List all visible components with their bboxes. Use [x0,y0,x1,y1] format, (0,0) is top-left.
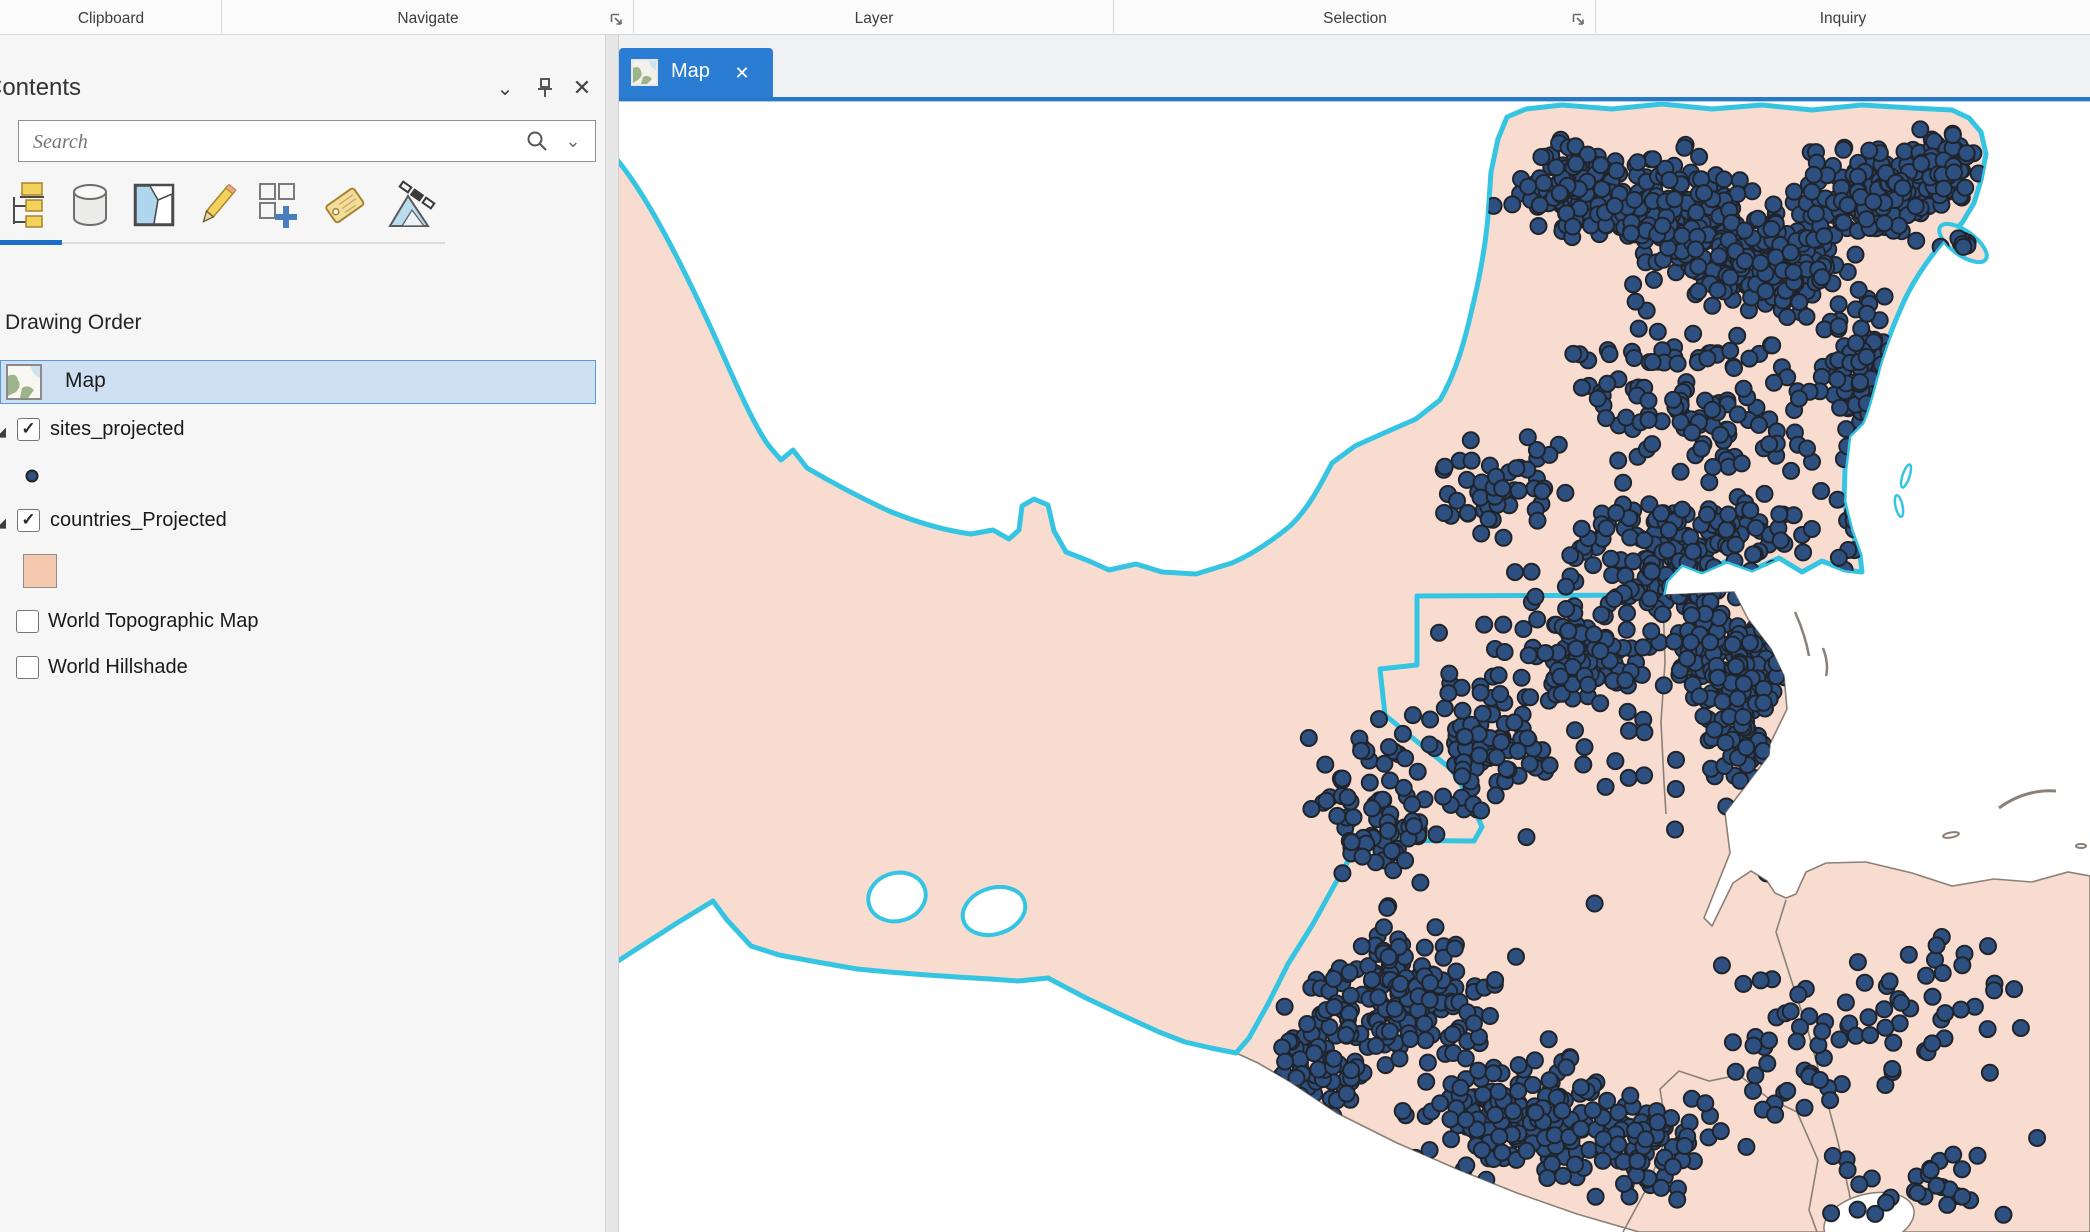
layer-label: World Topographic Map [48,610,259,633]
countries-projected-checkbox[interactable]: ✓ [17,509,40,532]
expander-icon[interactable]: ◢ [0,516,10,530]
ribbon-group-label: Clipboard [0,10,222,28]
map-item-label: Map [65,369,106,393]
point-symbol-swatch[interactable] [24,468,40,484]
map-tab-bar: Map ✕ [619,35,2090,97]
map-view: Map ✕ [619,35,2090,1232]
list-by-snapping-icon[interactable] [254,180,302,232]
panel-close-icon[interactable]: ✕ [565,68,599,108]
panel-title: Contents [0,68,300,108]
map-tab-label: Map [671,60,710,83]
contents-panel: Contents ⌄ ✕ ⌄ [0,35,605,1232]
contents-list-toolbar [2,178,602,240]
honduras-cays [1999,791,2056,808]
honduras-cays [1943,831,1960,839]
ribbon-group-layer: Layer [634,0,1114,33]
ribbon-group-label: Navigate [222,10,634,28]
panel-title-clip: Contents [0,68,300,108]
list-by-perspective-imagery-icon[interactable] [384,180,432,232]
chinchorro-islet [1899,464,1913,489]
sites-projected-checkbox[interactable]: ✓ [17,418,40,441]
ribbon-group-selection: Selection [1114,0,1596,33]
polygon-symbol-swatch[interactable] [23,554,57,588]
layer-row-world-hillshade[interactable]: World Hillshade [0,655,596,685]
search-input[interactable] [31,121,515,163]
dialog-launcher-icon[interactable] [1571,12,1586,27]
layer-row-world-topographic-map[interactable]: World Topographic Map [0,609,596,639]
drawing-order-heading: Drawing Order [5,311,142,335]
layer-label: countries_Projected [50,509,227,532]
layer-label: sites_projected [50,418,185,441]
pin-icon[interactable] [530,68,560,108]
ribbon-group-label: Selection [1114,10,1596,28]
layer-row-sites-projected[interactable]: ◢ ✓ sites_projected [0,417,596,447]
list-by-labeling-icon[interactable] [320,180,368,232]
ribbon-group-inquiry: Inquiry [1596,0,2090,33]
tab-map[interactable]: Map ✕ [619,48,773,97]
map-canvas[interactable] [619,102,2090,1232]
active-list-tab-underline [0,240,62,245]
ribbon-strip: ClipboardNavigateLayerSelectionInquiry [0,0,2090,35]
map-thumbnail-icon [6,364,42,400]
belize-cays [1823,648,1827,676]
ribbon-group-label: Inquiry [1596,10,2090,28]
layer-row-countries-projected[interactable]: ◢ ✓ countries_Projected [0,508,596,538]
contents-panel-header: Contents ⌄ ✕ [0,68,605,108]
search-options-chevron-icon[interactable]: ⌄ [559,127,587,155]
layer-label: World Hillshade [48,656,188,679]
expander-icon[interactable]: ◢ [0,425,10,439]
world-hillshade-checkbox[interactable] [16,656,39,679]
list-by-drawing-order-icon[interactable] [4,180,52,232]
map-tab-icon [631,59,658,86]
chinchorro-islet [1893,495,1904,518]
ribbon-group-clipboard: Clipboard [0,0,222,33]
world-topographic-map-checkbox[interactable] [16,610,39,633]
list-by-data-source-icon[interactable] [66,180,114,232]
search-box[interactable]: ⌄ [18,120,596,162]
list-by-selection-icon[interactable] [130,180,178,232]
belize-cays [1795,612,1809,656]
list-by-editing-icon[interactable] [192,180,240,232]
panel-resize-handle[interactable] [605,35,619,1232]
ribbon-group-label: Layer [634,10,1114,28]
list-tab-underline [62,242,445,244]
dialog-launcher-icon[interactable] [609,12,624,27]
panel-menu-chevron-icon[interactable]: ⌄ [488,68,522,108]
map-tab-close-icon[interactable]: ✕ [729,60,755,86]
map-item-row[interactable]: Map [0,360,596,404]
search-icon[interactable] [525,129,549,153]
honduras-cays [2076,844,2086,848]
ribbon-group-navigate: Navigate [222,0,634,33]
